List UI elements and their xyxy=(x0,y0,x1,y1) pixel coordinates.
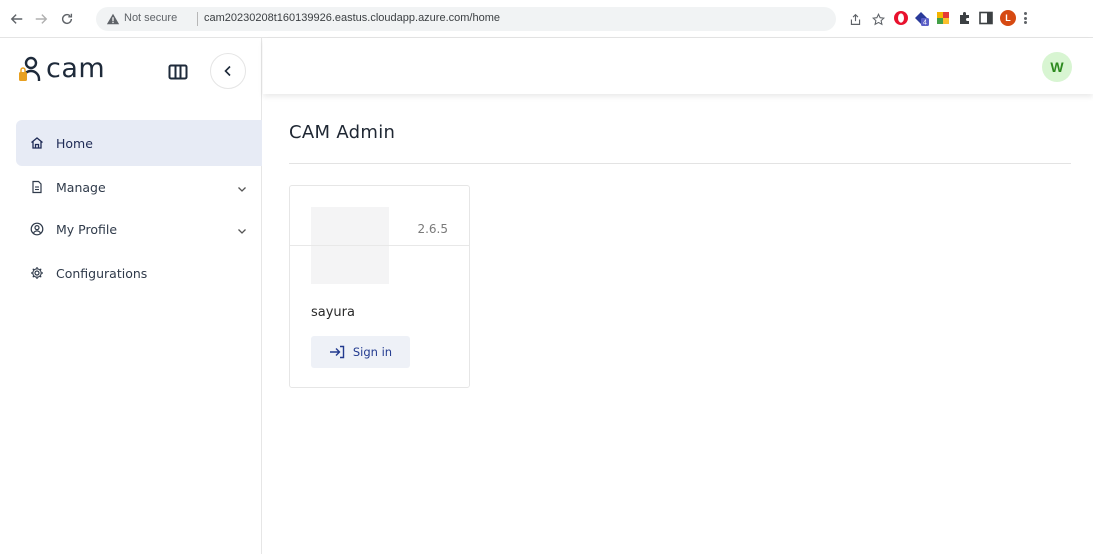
teams-extension-icon[interactable]: 4 xyxy=(913,10,929,26)
home-icon xyxy=(30,136,44,150)
chevron-down-icon xyxy=(238,229,246,234)
sidebar-item-manage[interactable]: Manage xyxy=(16,166,262,208)
back-icon[interactable] xyxy=(6,8,28,30)
user-avatar[interactable]: W xyxy=(1042,52,1072,82)
sidebar-item-configurations[interactable]: Configurations xyxy=(16,250,262,296)
sign-in-icon xyxy=(329,345,345,359)
omnibox-divider xyxy=(197,12,198,26)
sidebar-item-label: Configurations xyxy=(56,265,148,281)
bookmark-star-icon[interactable] xyxy=(868,8,888,30)
columns-view-icon[interactable] xyxy=(168,64,188,80)
sign-in-button[interactable]: Sign in xyxy=(311,336,410,368)
cam-logo-icon xyxy=(19,56,41,81)
sidebar-item-my-profile[interactable]: My Profile xyxy=(16,208,262,250)
gear-icon xyxy=(30,266,44,280)
sidebar-item-home[interactable]: Home xyxy=(16,120,262,166)
color-extension-icon[interactable] xyxy=(935,10,951,26)
svg-text:4: 4 xyxy=(923,20,927,27)
sidebar-item-label: Manage xyxy=(56,179,106,195)
browser-toolbar: Not secure cam20230208t160139926.eastus.… xyxy=(0,0,1093,38)
forward-icon[interactable] xyxy=(30,8,52,30)
opera-extension-icon[interactable] xyxy=(893,10,909,26)
app-version: 2.6.5 xyxy=(417,222,448,236)
browser-menu-icon[interactable] xyxy=(1018,10,1032,26)
sidebar: cam Home Manage My Profile Configuration… xyxy=(0,38,262,554)
sidebar-nav: Home Manage My Profile Configurations xyxy=(16,120,262,296)
document-icon xyxy=(30,180,44,194)
reload-icon[interactable] xyxy=(56,8,78,30)
warning-icon xyxy=(106,13,120,25)
chevron-left-icon xyxy=(224,65,231,77)
collapse-sidebar-button[interactable] xyxy=(210,53,246,89)
side-panel-icon[interactable] xyxy=(978,10,994,26)
card-divider xyxy=(290,245,469,246)
sign-in-label: Sign in xyxy=(352,345,393,359)
puzzle-extensions-icon[interactable] xyxy=(957,10,973,26)
browser-profile-avatar[interactable]: L xyxy=(1000,10,1016,26)
chevron-down-icon xyxy=(238,187,246,192)
address-bar[interactable]: Not secure cam20230208t160139926.eastus.… xyxy=(96,7,836,31)
app-card: 2.6.5 sayura Sign in xyxy=(289,185,470,388)
title-divider xyxy=(289,163,1071,164)
brand-logo[interactable]: cam xyxy=(18,54,105,84)
share-icon[interactable] xyxy=(845,8,865,30)
user-circle-icon xyxy=(30,222,44,236)
sidebar-item-label: Home xyxy=(56,135,93,151)
security-label: Not secure xyxy=(124,12,178,24)
brand-name: cam xyxy=(46,53,106,84)
top-app-bar: W xyxy=(263,38,1093,94)
url-text[interactable]: cam20230208t160139926.eastus.cloudapp.az… xyxy=(204,12,500,24)
sidebar-item-label: My Profile xyxy=(56,221,118,237)
page-title: CAM Admin xyxy=(289,122,396,143)
main-content: CAM Admin 2.6.5 sayura Sign in xyxy=(263,94,1093,554)
app-name: sayura xyxy=(311,305,355,320)
